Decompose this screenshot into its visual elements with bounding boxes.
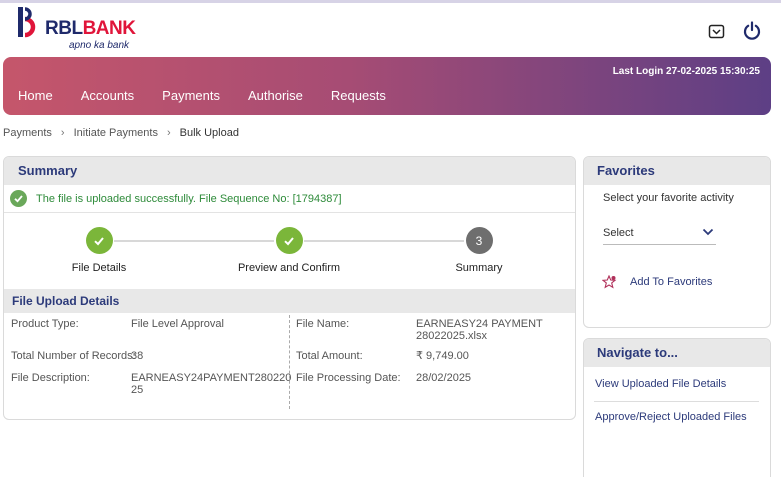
nav-item-accounts[interactable]: Accounts (81, 88, 134, 103)
file-name-value-line2: 28022025.xlsx (416, 330, 487, 342)
logo-tagline: apno ka bank (69, 40, 130, 51)
add-to-favorites-button[interactable]: Add To Favorites (602, 275, 712, 289)
navigate-panel: Navigate to... View Uploaded File Detail… (583, 338, 771, 477)
step-preview-confirm: Preview and Confirm (214, 227, 364, 274)
details-divider (289, 315, 290, 409)
header-actions (705, 20, 763, 42)
breadcrumb-item-payments[interactable]: Payments (3, 127, 52, 139)
total-records-label: Total Number of Records: (11, 350, 136, 362)
nav-item-payments[interactable]: Payments (162, 88, 220, 103)
total-amount-value: ₹ 9,749.00 (416, 350, 469, 362)
top-accent-line (0, 0, 781, 3)
step-file-details: File Details (24, 227, 174, 274)
favorites-panel: Favorites Select your favorite activity … (583, 156, 771, 328)
processing-date-label: File Processing Date: (296, 372, 401, 384)
file-name-value-line1: EARNEASY24 PAYMENT (416, 318, 543, 330)
navigate-divider (594, 401, 759, 402)
file-description-label: File Description: (11, 372, 90, 384)
file-description-value-line2: 25 (131, 384, 144, 396)
link-approve-reject-files[interactable]: Approve/Reject Uploaded Files (595, 411, 747, 423)
progress-stepper: File Details Preview and Confirm 3 Summa… (4, 213, 575, 289)
file-upload-details: Product Type: File Level Approval Total … (4, 313, 575, 419)
logo-rbl-text: RBL (45, 18, 83, 39)
favorites-title: Favorites (584, 157, 770, 185)
breadcrumb: Payments › Initiate Payments › Bulk Uplo… (3, 127, 239, 139)
total-records-value: 38 (131, 350, 144, 362)
summary-title: Summary (4, 157, 575, 185)
favorites-subtitle: Select your favorite activity (603, 192, 734, 204)
rbl-bank-logo[interactable]: RBLBANK apno ka bank (17, 7, 147, 53)
add-to-favorites-label: Add To Favorites (630, 276, 713, 288)
select-value: Select (603, 227, 634, 239)
file-upload-details-title: File Upload Details (4, 289, 575, 313)
file-description-value-line1: EARNEASY24PAYMENT280220 (131, 372, 292, 384)
step-label: Summary (455, 262, 503, 274)
mail-icon[interactable] (705, 20, 727, 42)
nav-item-requests[interactable]: Requests (331, 88, 386, 103)
chevron-down-icon (702, 228, 714, 236)
star-add-icon (602, 275, 617, 289)
product-type-value: File Level Approval (131, 318, 224, 330)
navigate-title: Navigate to... (584, 339, 770, 367)
favorite-activity-select[interactable]: Select (603, 223, 716, 245)
main-navbar: Last Login 27-02-2025 15:30:25 Home Acco… (3, 57, 771, 115)
chevron-right-icon: › (166, 127, 171, 139)
logo-wordmark: RBLBANK (45, 18, 136, 40)
step-number: 3 (465, 227, 493, 254)
success-check-icon (10, 190, 27, 207)
breadcrumb-item-bulk-upload: Bulk Upload (179, 127, 239, 139)
step-label: File Details (71, 262, 127, 274)
total-amount-label: Total Amount: (296, 350, 363, 362)
step-check-icon (85, 227, 113, 254)
step-label: Preview and Confirm (237, 262, 341, 274)
success-message: The file is uploaded successfully. File … (36, 192, 342, 205)
breadcrumb-item-initiate-payments[interactable]: Initiate Payments (74, 127, 158, 139)
link-view-uploaded-files[interactable]: View Uploaded File Details (595, 378, 726, 390)
file-name-label: File Name: (296, 318, 350, 330)
nav-menu: Home Accounts Payments Authorise Request… (18, 88, 414, 103)
rbl-logo-mark-icon (18, 7, 36, 38)
step-check-icon (275, 227, 303, 254)
logo-bank-text: BANK (82, 18, 136, 39)
summary-panel: Summary The file is uploaded successfull… (3, 156, 576, 420)
chevron-right-icon: › (60, 127, 65, 139)
power-icon[interactable] (741, 20, 763, 42)
nav-item-authorise[interactable]: Authorise (248, 88, 303, 103)
product-type-label: Product Type: (11, 318, 79, 330)
success-banner: The file is uploaded successfully. File … (4, 185, 575, 213)
last-login-text: Last Login 27-02-2025 15:30:25 (612, 66, 760, 77)
step-summary: 3 Summary (404, 227, 554, 274)
nav-item-home[interactable]: Home (18, 88, 53, 103)
processing-date-value: 28/02/2025 (416, 372, 472, 384)
